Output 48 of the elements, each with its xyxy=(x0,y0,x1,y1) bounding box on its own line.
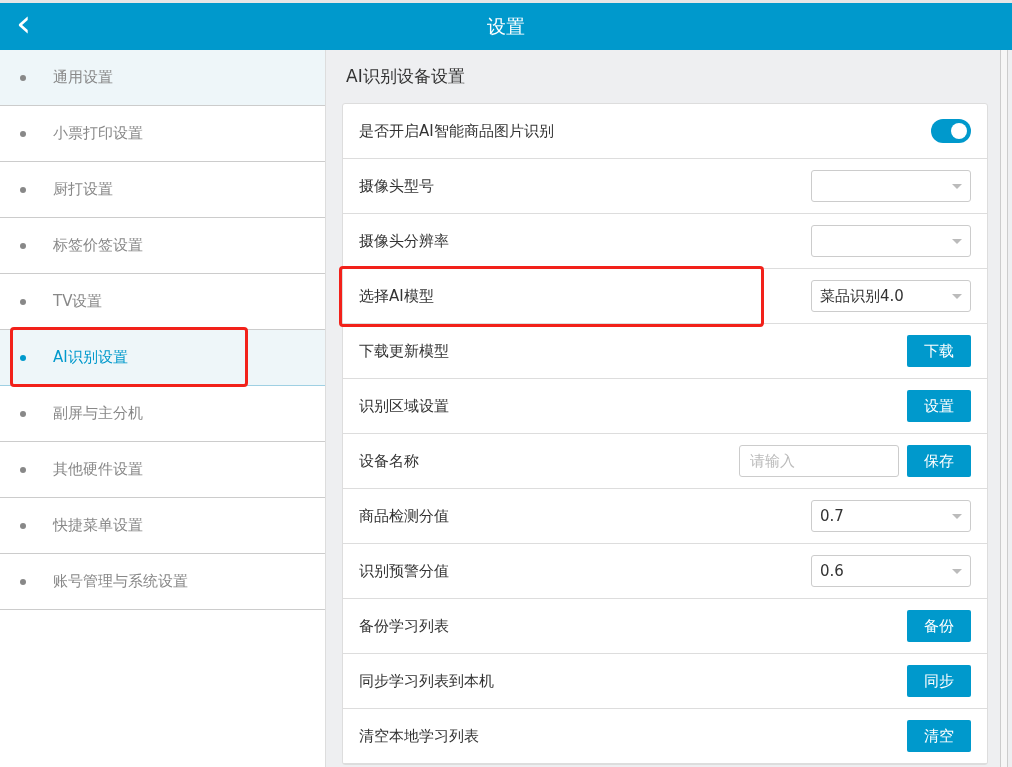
action-button[interactable]: 同步 xyxy=(907,665,971,697)
setting-label: 商品检测分值 xyxy=(359,505,450,527)
sidebar-item[interactable]: 账号管理与系统设置 xyxy=(0,554,325,610)
toggle-switch[interactable] xyxy=(931,119,971,143)
bullet-icon xyxy=(20,130,26,137)
bullet-icon xyxy=(20,186,26,193)
back-button[interactable]: ‹ xyxy=(12,3,36,43)
dropdown[interactable]: 0.7 xyxy=(811,500,971,532)
setting-label: 设备名称 xyxy=(359,450,420,472)
bullet-icon xyxy=(20,354,26,361)
save-button[interactable]: 保存 xyxy=(907,445,971,477)
sidebar-item[interactable]: 厨打设置 xyxy=(0,162,325,218)
sidebar-item[interactable]: 副屏与主分机 xyxy=(0,386,325,442)
setting-label: 清空本地学习列表 xyxy=(359,725,480,747)
setting-label: 摄像头分辨率 xyxy=(359,230,450,252)
page-title: 设置 xyxy=(487,15,525,37)
dropdown[interactable] xyxy=(811,170,971,202)
setting-label: 识别预警分值 xyxy=(359,560,450,582)
setting-label: 识别区域设置 xyxy=(359,395,450,417)
bullet-icon xyxy=(20,410,26,417)
bullet-icon xyxy=(20,74,26,81)
sidebar-item[interactable]: 其他硬件设置 xyxy=(0,442,325,498)
sidebar-item[interactable]: AI识别设置 xyxy=(0,330,325,386)
sidebar-item[interactable]: 快捷菜单设置 xyxy=(0,498,325,554)
setting-label: 选择AI模型 xyxy=(359,285,435,307)
dropdown[interactable]: 0.6 xyxy=(811,555,971,587)
action-button[interactable]: 清空 xyxy=(907,720,971,752)
action-button[interactable]: 下载 xyxy=(907,335,971,367)
bullet-icon xyxy=(20,522,26,529)
sidebar-item[interactable]: 标签价签设置 xyxy=(0,218,325,274)
sidebar-item[interactable]: 小票打印设置 xyxy=(0,106,325,162)
bullet-icon xyxy=(20,578,26,585)
text-input[interactable]: 请输入 xyxy=(739,445,899,477)
bullet-icon xyxy=(20,242,26,249)
setting-label: 同步学习列表到本机 xyxy=(359,670,495,692)
scrollbar[interactable] xyxy=(1000,50,1008,767)
action-button[interactable]: 备份 xyxy=(907,610,971,642)
setting-label: 下载更新模型 xyxy=(359,340,450,362)
bullet-icon xyxy=(20,466,26,473)
setting-label: 是否开启AI智能商品图片识别 xyxy=(359,120,555,142)
bullet-icon xyxy=(20,298,26,305)
sidebar-item[interactable]: 通用设置 xyxy=(0,50,325,106)
dropdown[interactable]: 菜品识别4.0 xyxy=(811,280,971,312)
action-button[interactable]: 设置 xyxy=(907,390,971,422)
dropdown[interactable] xyxy=(811,225,971,257)
setting-label: 备份学习列表 xyxy=(359,615,450,637)
section-title: AI识别设备设置 xyxy=(346,65,466,88)
setting-label: 摄像头型号 xyxy=(359,175,435,197)
